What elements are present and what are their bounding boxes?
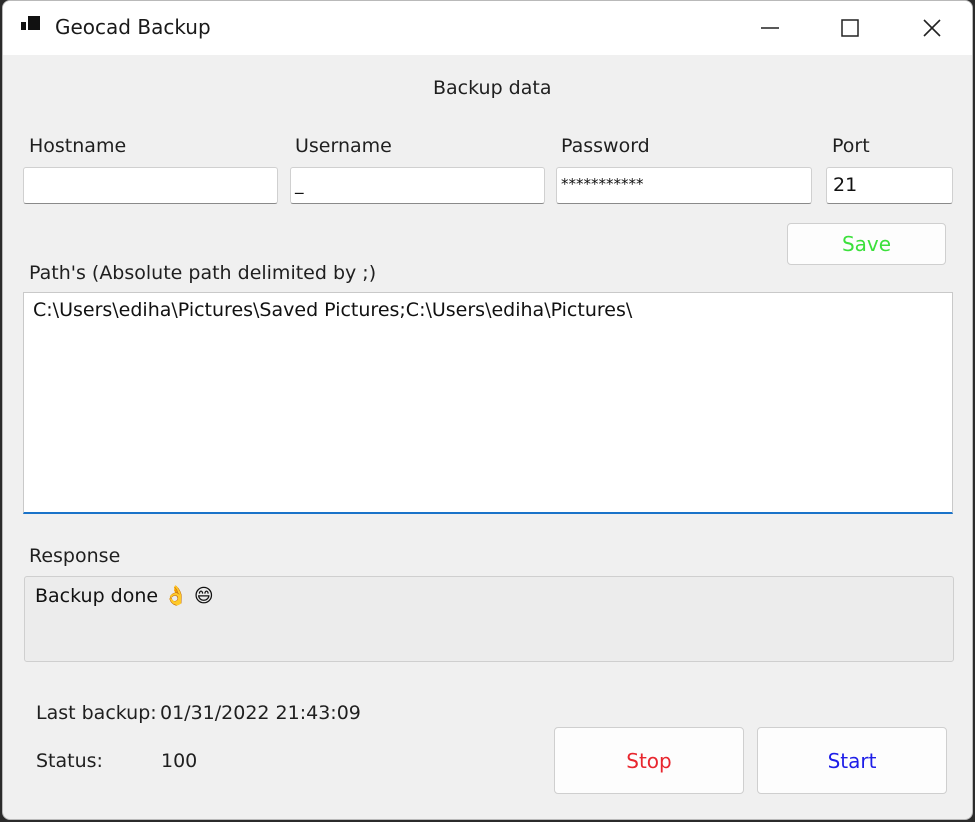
paths-textarea[interactable]: C:\Users\ediha\Pictures\Saved Pictures;C… (23, 292, 953, 514)
window-title: Geocad Backup (55, 15, 211, 39)
minimize-icon (761, 27, 779, 29)
form-heading: Backup data (433, 77, 552, 99)
response-box: Backup done 👌 😄 (24, 576, 954, 662)
maximize-icon (841, 19, 859, 37)
port-input[interactable]: 21 (826, 167, 953, 204)
hostname-input[interactable] (23, 167, 278, 204)
password-input[interactable]: *********** (556, 167, 812, 204)
app-icon (21, 16, 40, 30)
username-input[interactable]: _ (290, 167, 545, 204)
last-backup-value: 01/31/2022 21:43:09 (160, 702, 361, 724)
password-label: Password (561, 135, 650, 157)
hostname-label: Hostname (29, 135, 127, 157)
maximize-button[interactable] (809, 1, 891, 55)
last-backup-label: Last backup: (36, 702, 157, 724)
stop-button[interactable]: Stop (554, 727, 744, 794)
status-value: 100 (161, 750, 198, 772)
title-bar[interactable]: Geocad Backup (3, 1, 972, 55)
minimize-button[interactable] (729, 1, 811, 55)
response-label: Response (29, 545, 121, 567)
paths-label: Path's (Absolute path delimited by ;) (29, 262, 377, 284)
close-icon (923, 19, 941, 37)
status-label: Status: (36, 750, 103, 772)
port-label: Port (832, 135, 870, 157)
main-window: Geocad Backup Backup data Hostname Usern… (2, 0, 973, 820)
start-button[interactable]: Start (757, 727, 947, 794)
username-label: Username (295, 135, 392, 157)
save-button[interactable]: Save (787, 223, 946, 265)
close-button[interactable] (891, 1, 972, 55)
